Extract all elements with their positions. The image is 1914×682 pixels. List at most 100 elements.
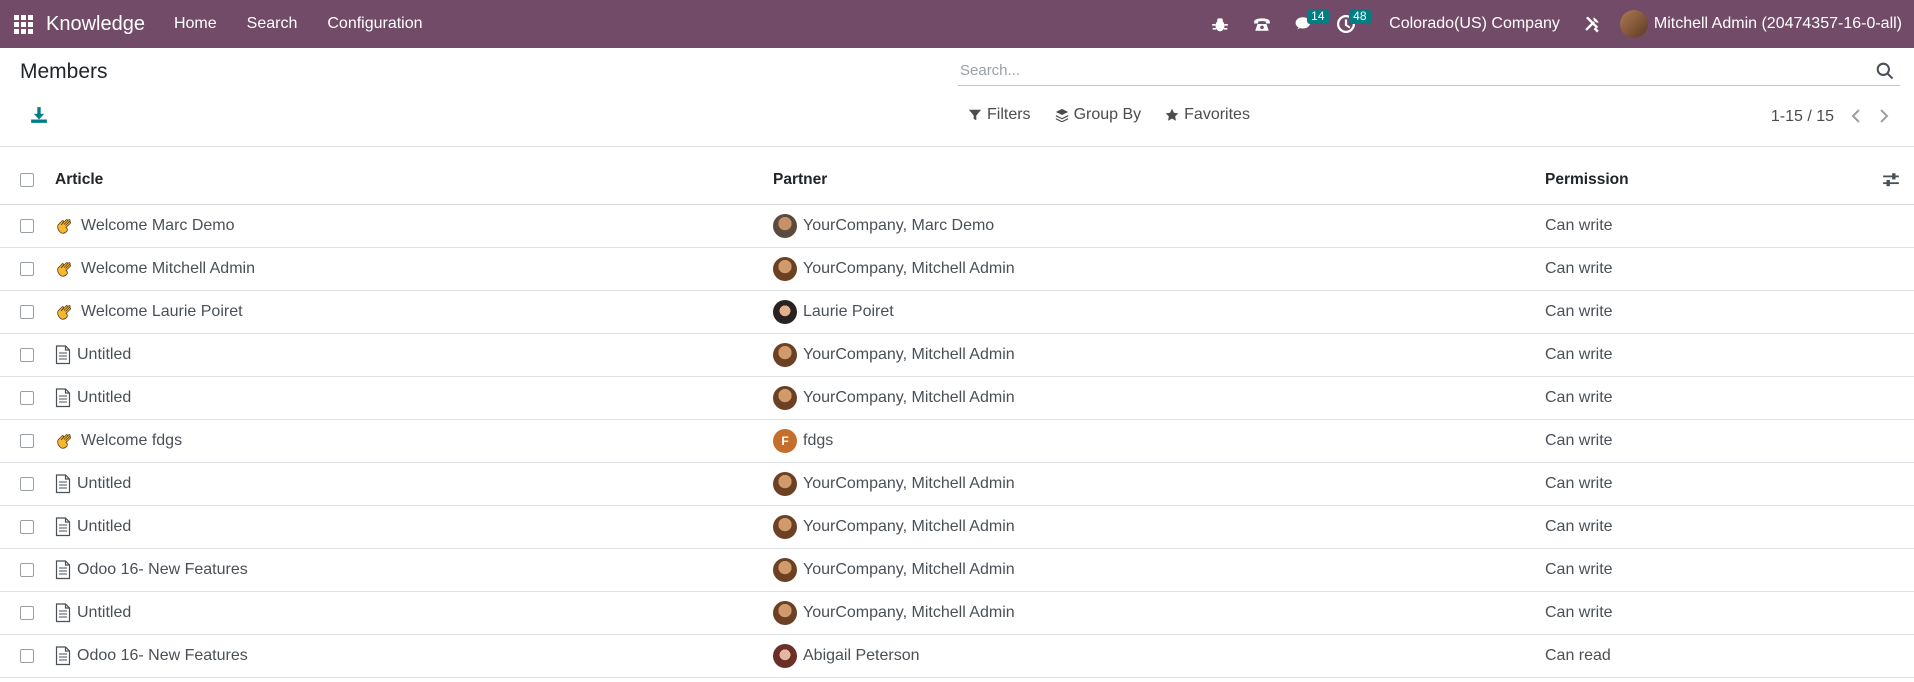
groupby-button[interactable]: Group By xyxy=(1055,106,1141,124)
partner-name: YourCompany, Mitchell Admin xyxy=(803,389,1015,406)
menu-configuration[interactable]: Configuration xyxy=(312,0,437,48)
user-menu[interactable]: Mitchell Admin (20474357-16-0-all) xyxy=(1608,10,1914,38)
partner-cell[interactable]: YourCompany, Mitchell Admin xyxy=(773,601,1015,625)
permission-cell[interactable]: Can write xyxy=(1545,346,1613,364)
partner-name: YourCompany, Mitchell Admin xyxy=(803,475,1015,492)
filters-button[interactable]: Filters xyxy=(968,106,1031,124)
user-avatar xyxy=(1619,10,1648,38)
chevron-right-icon xyxy=(1880,109,1889,123)
row-checkbox[interactable] xyxy=(20,477,34,491)
table-row[interactable]: Untitled YourCompany, Mitchell Admin Can… xyxy=(0,592,1914,635)
permission-cell[interactable]: Can write xyxy=(1545,604,1613,622)
header-article[interactable]: Article xyxy=(55,171,103,189)
table-row[interactable]: Untitled YourCompany, Mitchell Admin Can… xyxy=(0,377,1914,420)
header-permission[interactable]: Permission xyxy=(1545,171,1629,189)
partner-name: YourCompany, Marc Demo xyxy=(803,217,995,234)
voip-button[interactable] xyxy=(1241,0,1283,48)
app-brand[interactable]: Knowledge xyxy=(46,13,145,36)
apps-menu-button[interactable] xyxy=(0,0,46,48)
permission-cell[interactable]: Can write xyxy=(1545,217,1613,235)
article-cell[interactable]: Untitled xyxy=(55,388,131,408)
article-cell[interactable]: Untitled xyxy=(55,474,131,494)
permission-cell[interactable]: Can write xyxy=(1545,260,1613,278)
menu-home[interactable]: Home xyxy=(159,0,232,48)
partner-cell[interactable]: Laurie Poiret xyxy=(773,300,894,324)
partner-cell[interactable]: YourCompany, Mitchell Admin xyxy=(773,558,1015,582)
row-checkbox[interactable] xyxy=(20,649,34,663)
pager-previous-button[interactable] xyxy=(1848,106,1864,126)
search-input[interactable] xyxy=(958,62,1858,79)
row-checkbox[interactable] xyxy=(20,391,34,405)
article-cell[interactable]: Odoo 16- New Features xyxy=(55,646,248,666)
table-row[interactable]: Untitled YourCompany, Mitchell Admin Can… xyxy=(0,334,1914,377)
document-icon xyxy=(55,474,71,494)
partner-cell[interactable]: F fdgs xyxy=(773,429,833,453)
settings-tools-button[interactable] xyxy=(1576,0,1608,48)
permission-cell[interactable]: Can write xyxy=(1545,432,1613,450)
permission-cell[interactable]: Can read xyxy=(1545,647,1611,665)
activities-button[interactable]: 48 xyxy=(1325,0,1371,48)
partner-cell[interactable]: YourCompany, Mitchell Admin xyxy=(773,386,1015,410)
row-checkbox[interactable] xyxy=(20,219,34,233)
waving-hand-icon xyxy=(55,302,75,322)
article-name: Welcome Laurie Poiret xyxy=(81,303,243,320)
table-row[interactable]: Untitled YourCompany, Mitchell Admin Can… xyxy=(0,463,1914,506)
partner-cell[interactable]: Abigail Peterson xyxy=(773,644,920,668)
partner-avatar xyxy=(773,472,797,496)
partner-cell[interactable]: YourCompany, Mitchell Admin xyxy=(773,515,1015,539)
row-checkbox[interactable] xyxy=(20,305,34,319)
article-cell[interactable]: Untitled xyxy=(55,603,131,623)
row-checkbox[interactable] xyxy=(20,434,34,448)
download-icon[interactable] xyxy=(30,106,48,124)
partner-avatar xyxy=(773,214,797,238)
row-checkbox[interactable] xyxy=(20,520,34,534)
table-row[interactable]: Odoo 16- New Features Abigail Peterson C… xyxy=(0,635,1914,678)
permission-cell[interactable]: Can write xyxy=(1545,303,1613,321)
table-row[interactable]: Welcome Laurie Poiret Laurie Poiret Can … xyxy=(0,291,1914,334)
header-partner[interactable]: Partner xyxy=(773,171,827,189)
article-cell[interactable]: Welcome fdgs xyxy=(55,431,182,451)
partner-cell[interactable]: YourCompany, Mitchell Admin xyxy=(773,257,1015,281)
company-switcher[interactable]: Colorado(US) Company xyxy=(1367,15,1576,33)
article-cell[interactable]: Welcome Mitchell Admin xyxy=(55,259,255,279)
menu-search[interactable]: Search xyxy=(232,0,313,48)
pager-next-button[interactable] xyxy=(1876,106,1892,126)
bug-icon xyxy=(1212,18,1229,32)
document-icon xyxy=(55,560,71,580)
article-cell[interactable]: Odoo 16- New Features xyxy=(55,560,248,580)
article-name: Untitled xyxy=(77,389,132,406)
partner-avatar xyxy=(773,558,797,582)
partner-cell[interactable]: YourCompany, Marc Demo xyxy=(773,214,994,238)
select-all-checkbox[interactable] xyxy=(20,173,34,187)
pager-value[interactable]: 1-15 / 15 xyxy=(1771,108,1834,126)
messages-button[interactable]: 14 xyxy=(1283,0,1329,48)
article-cell[interactable]: Untitled xyxy=(55,345,131,365)
permission-cell[interactable]: Can write xyxy=(1545,518,1613,536)
article-cell[interactable]: Welcome Laurie Poiret xyxy=(55,302,243,322)
row-checkbox[interactable] xyxy=(20,262,34,276)
table-row[interactable]: Welcome fdgs F fdgs Can write xyxy=(0,420,1914,463)
favorites-button[interactable]: Favorites xyxy=(1165,106,1250,124)
row-checkbox[interactable] xyxy=(20,606,34,620)
search-bar xyxy=(958,56,1900,86)
article-cell[interactable]: Untitled xyxy=(55,517,131,537)
partner-name: YourCompany, Mitchell Admin xyxy=(803,604,1015,621)
search-options: Filters Group By Favorites xyxy=(968,106,1250,124)
table-row[interactable]: Welcome Mitchell Admin YourCompany, Mitc… xyxy=(0,248,1914,291)
waving-hand-icon xyxy=(55,259,75,279)
optional-columns-icon[interactable] xyxy=(1882,171,1900,189)
table-row[interactable]: Welcome Marc Demo YourCompany, Marc Demo… xyxy=(0,205,1914,248)
permission-cell[interactable]: Can write xyxy=(1545,561,1613,579)
activities-badge: 48 xyxy=(1349,9,1371,24)
permission-cell[interactable]: Can write xyxy=(1545,389,1613,407)
row-checkbox[interactable] xyxy=(20,348,34,362)
debug-button[interactable] xyxy=(1199,0,1241,48)
search-icon[interactable] xyxy=(1876,62,1894,80)
partner-cell[interactable]: YourCompany, Mitchell Admin xyxy=(773,472,1015,496)
permission-cell[interactable]: Can write xyxy=(1545,475,1613,493)
table-row[interactable]: Untitled YourCompany, Mitchell Admin Can… xyxy=(0,506,1914,549)
row-checkbox[interactable] xyxy=(20,563,34,577)
partner-cell[interactable]: YourCompany, Mitchell Admin xyxy=(773,343,1015,367)
table-row[interactable]: Odoo 16- New Features YourCompany, Mitch… xyxy=(0,549,1914,592)
article-cell[interactable]: Welcome Marc Demo xyxy=(55,216,235,236)
